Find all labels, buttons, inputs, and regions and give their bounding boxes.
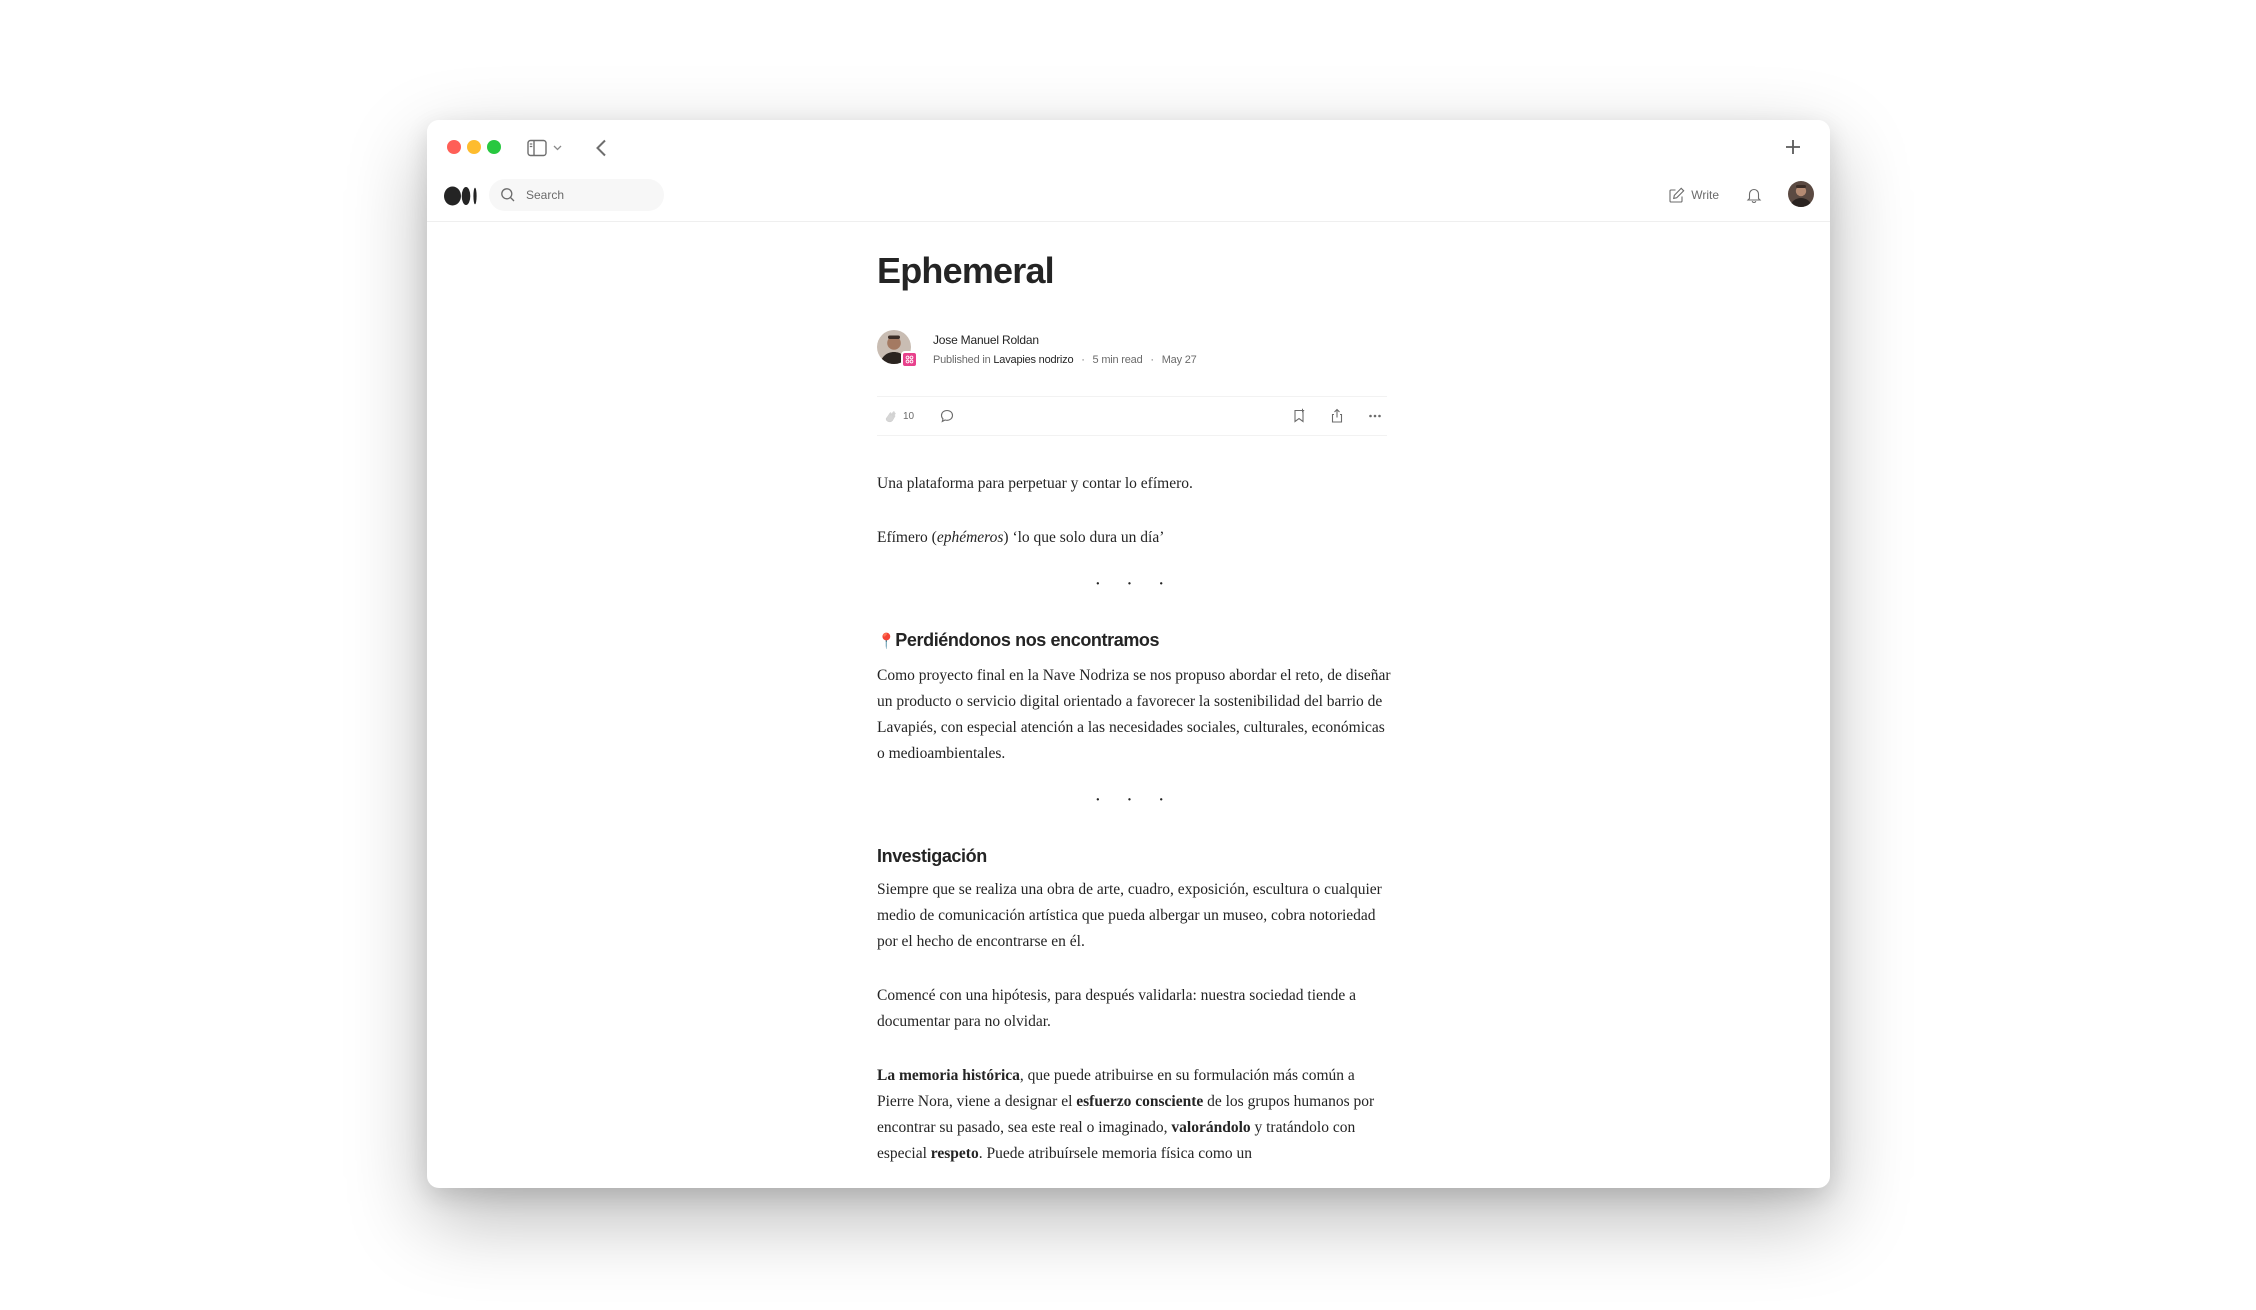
article-action-bar: 10 <box>877 396 1387 436</box>
publication-badge[interactable] <box>901 351 918 368</box>
section-paragraph: Comencé con una hipótesis, para después … <box>877 987 1357 1030</box>
site-header: Write <box>427 176 1830 222</box>
read-time: 5 min read <box>1092 354 1143 366</box>
search-icon <box>500 187 516 203</box>
write-label: Write <box>1691 188 1719 202</box>
share-button[interactable] <box>1327 406 1347 426</box>
clap-count: 10 <box>903 410 915 422</box>
write-icon <box>1668 186 1686 204</box>
bold-text: La memoria histórica <box>877 1067 1020 1084</box>
section-paragraph: Como proyecto final en la Nave Nodriza s… <box>877 667 1391 762</box>
section-separator: · · · <box>1094 573 1175 595</box>
new-tab-button[interactable] <box>1778 132 1808 162</box>
comment-button[interactable] <box>937 406 957 426</box>
back-button[interactable] <box>587 134 615 162</box>
publish-date: May 27 <box>1161 354 1197 366</box>
meta-dot: · <box>1081 354 1085 366</box>
article-body: Una plataforma para perpetuar y contar l… <box>877 471 1392 1167</box>
maximize-window-button[interactable] <box>487 140 501 154</box>
section-heading: Investigación <box>877 846 987 866</box>
sidebar-icon <box>527 139 547 157</box>
section-paragraph: Siempre que se realiza una obra de arte,… <box>877 881 1382 950</box>
comment-icon <box>939 408 955 424</box>
bookmark-icon <box>1291 408 1307 424</box>
article-title: Ephemeral <box>877 250 1055 291</box>
section-heading: 📍Perdiéndonos nos encontramos <box>877 627 1392 655</box>
definition-italic: ephémeros <box>936 529 1004 546</box>
byline: Jose Manuel Roldan Published in Lavapies… <box>877 329 1387 369</box>
section-separator: · · · <box>1094 789 1175 811</box>
notifications-button[interactable] <box>1742 183 1766 207</box>
published-in-label: Published in <box>933 354 991 366</box>
author-name[interactable]: Jose Manuel Roldan <box>933 333 1039 347</box>
minimize-window-button[interactable] <box>467 140 481 154</box>
definition-paragraph: Efímero (ephémeros) ‘lo que solo dura un… <box>877 525 1392 551</box>
bell-icon <box>1745 186 1763 204</box>
write-button[interactable]: Write <box>1668 184 1719 206</box>
plus-icon <box>1784 138 1802 156</box>
section-paragraph: La memoria histórica, que puede atribuir… <box>877 1063 1392 1167</box>
user-avatar-image <box>1788 181 1814 207</box>
meta-dot: · <box>1150 354 1154 366</box>
title-bar <box>427 120 1830 176</box>
share-icon <box>1329 408 1345 424</box>
chevron-left-icon <box>595 139 607 157</box>
clap-button[interactable]: 10 <box>883 406 914 426</box>
section-heading-text: Perdiéndonos nos encontramos <box>895 630 1160 650</box>
medium-logo-icon <box>444 185 478 207</box>
more-horizontal-icon <box>1367 408 1383 424</box>
close-window-button[interactable] <box>447 140 461 154</box>
paragraph-text: . Puede atribuírsele memoria física como… <box>978 1145 1253 1162</box>
definition-text: ) ‘lo que solo dura un día’ <box>1003 529 1165 546</box>
bold-text: valorándolo <box>1171 1119 1251 1136</box>
pin-icon: 📍 <box>877 633 896 650</box>
search-input[interactable] <box>524 187 658 203</box>
sidebar-toggle-button[interactable] <box>527 137 569 159</box>
clap-icon <box>883 408 899 424</box>
intro-paragraph: Una plataforma para perpetuar y contar l… <box>877 475 1193 492</box>
chevron-down-icon <box>553 145 562 151</box>
browser-window: Write Ephemeral Jose Manuel Roldan P <box>427 120 1830 1188</box>
user-avatar[interactable] <box>1788 181 1814 207</box>
medium-logo[interactable] <box>444 185 478 207</box>
bold-text: respeto <box>930 1145 979 1162</box>
publication-link[interactable]: Lavapies nodrizo <box>993 354 1073 366</box>
search-box[interactable] <box>489 179 664 211</box>
more-options-button[interactable] <box>1365 406 1385 426</box>
bold-text: esfuerzo consciente <box>1076 1093 1204 1110</box>
definition-text: Efímero ( <box>877 529 937 546</box>
article-meta: Published in Lavapies nodrizo · 5 min re… <box>933 354 1197 366</box>
bookmark-button[interactable] <box>1289 406 1309 426</box>
publication-logo-icon <box>905 355 914 364</box>
